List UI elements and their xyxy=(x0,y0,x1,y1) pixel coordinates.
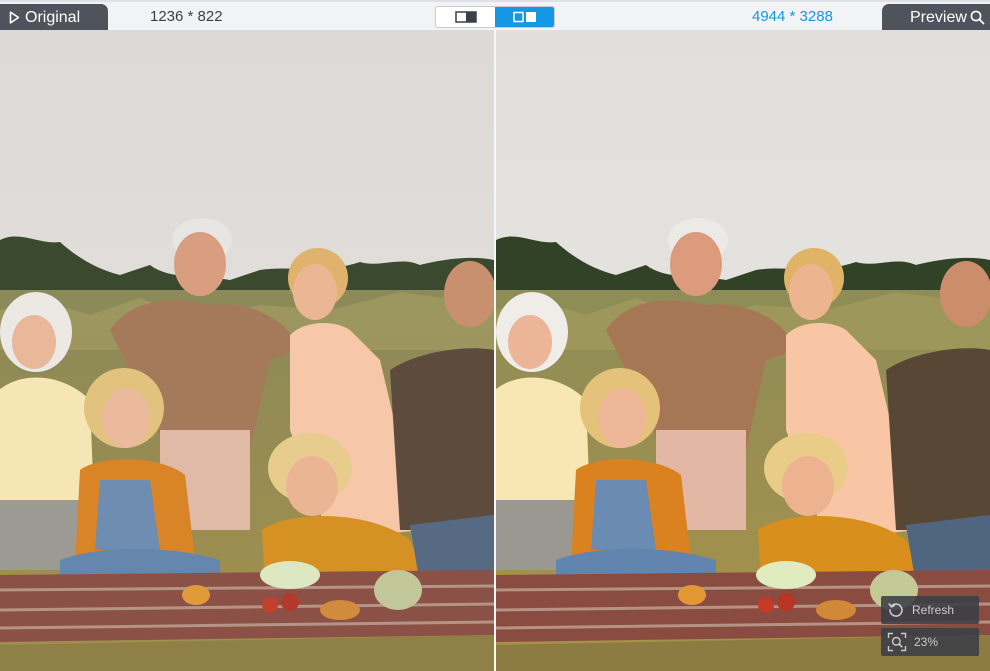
family-picnic-photo-preview xyxy=(496,30,990,671)
original-resolution: 1236 * 822 xyxy=(150,8,223,25)
comparison-toolbar: Original 1236 * 822 4944 * 3288 Preview xyxy=(0,0,990,31)
preview-label: Preview xyxy=(910,8,967,26)
family-picnic-photo-original xyxy=(0,30,494,671)
play-icon xyxy=(9,11,20,24)
zoom-control[interactable]: 23% xyxy=(881,628,979,656)
original-image-panel[interactable] xyxy=(0,30,494,671)
preview-image-panel[interactable] xyxy=(496,30,990,671)
preview-resolution: 4944 * 3288 xyxy=(752,8,833,25)
original-label: Original xyxy=(25,8,81,26)
refresh-button[interactable]: Refresh xyxy=(881,596,979,624)
side-by-side-button[interactable] xyxy=(495,7,554,27)
preview-tab[interactable]: Preview xyxy=(882,4,990,31)
refresh-label: Refresh xyxy=(912,603,955,617)
zoom-level: 23% xyxy=(914,635,939,649)
view-mode-toggle xyxy=(435,6,555,28)
side-by-side-icon xyxy=(512,11,536,23)
zoom-fit-icon xyxy=(887,632,907,652)
original-tab[interactable]: Original xyxy=(0,4,108,31)
split-view-icon xyxy=(454,11,477,23)
magnifier-icon xyxy=(970,10,985,25)
split-view-button[interactable] xyxy=(436,7,495,27)
refresh-icon xyxy=(888,603,903,617)
